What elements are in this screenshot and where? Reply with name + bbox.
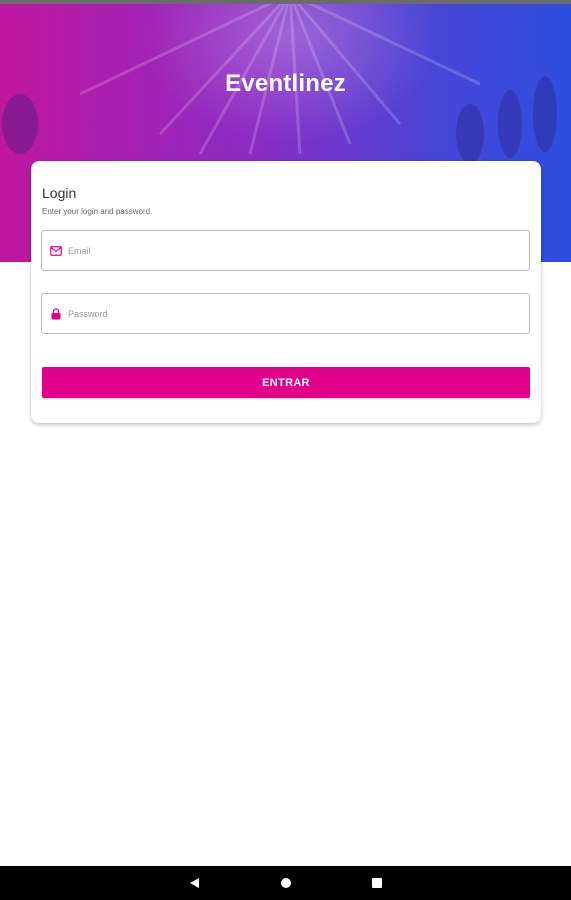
envelope-icon	[50, 245, 62, 257]
password-field[interactable]	[41, 293, 530, 334]
email-field[interactable]	[41, 230, 530, 271]
login-card: Login Enter your login and password. ENT…	[31, 161, 541, 423]
login-subtitle: Enter your login and password.	[42, 207, 153, 216]
home-circle-icon[interactable]	[279, 876, 293, 890]
app-title: Eventlinez	[225, 70, 346, 97]
app-screen: Eventlinez Login Enter your login and pa…	[0, 0, 571, 900]
back-triangle-icon[interactable]	[188, 876, 202, 890]
system-nav-bar	[0, 866, 571, 900]
login-title: Login	[42, 185, 77, 201]
enter-button[interactable]: ENTRAR	[42, 367, 530, 398]
lock-icon	[50, 307, 62, 320]
email-input[interactable]	[68, 245, 508, 256]
recents-square-icon[interactable]	[370, 876, 384, 890]
password-input[interactable]	[68, 308, 508, 319]
